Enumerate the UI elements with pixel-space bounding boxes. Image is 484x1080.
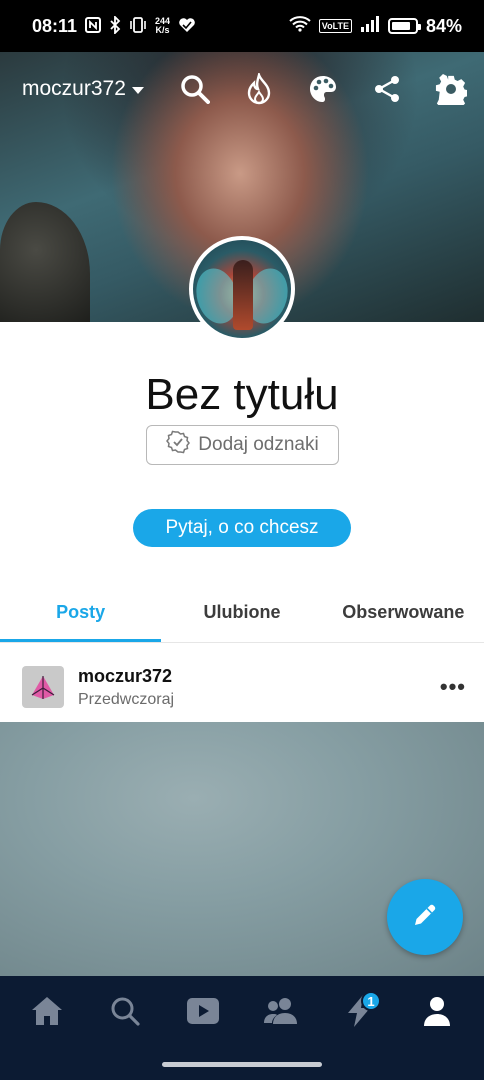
nav-profile[interactable] <box>413 989 461 1037</box>
palette-icon[interactable] <box>306 72 340 106</box>
home-icon <box>30 995 64 1032</box>
caret-down-icon <box>131 86 144 94</box>
battery-icon <box>387 18 421 34</box>
tabs-divider <box>0 642 484 643</box>
post-header: moczur372 Przedwczoraj ••• <box>0 656 484 718</box>
video-icon <box>186 996 220 1031</box>
activity-badge: 1 <box>361 991 381 1011</box>
add-badges-label: Dodaj odznaki <box>198 434 319 455</box>
home-indicator <box>162 1062 322 1067</box>
search-icon[interactable] <box>178 72 212 106</box>
profile-tabs: Posty Ulubione Obserwowane <box>0 592 484 642</box>
post-username[interactable]: moczur372 <box>78 666 174 687</box>
heart-shield-icon <box>178 17 196 36</box>
tab-likes[interactable]: Ulubione <box>161 592 322 642</box>
more-options-icon[interactable]: ••• <box>440 674 466 700</box>
add-badges-button[interactable]: Dodaj odznaki <box>146 425 339 465</box>
nav-people[interactable] <box>257 989 305 1037</box>
top-nav: moczur372 <box>0 52 484 126</box>
nav-video[interactable] <box>179 989 227 1037</box>
ask-anything-button[interactable]: Pytaj, o co chcesz <box>133 509 351 547</box>
bottom-nav: 1 <box>0 976 484 1080</box>
avatar-figure-shape <box>233 260 253 330</box>
clock: 08:11 <box>32 15 78 36</box>
profile-icon <box>421 995 453 1032</box>
vibrate-icon <box>129 16 147 36</box>
tab-following[interactable]: Obserwowane <box>323 592 484 642</box>
post-timestamp: Przedwczoraj <box>78 690 175 708</box>
status-bar: 08:11 244 K/s VoLTE 84% <box>0 0 484 52</box>
account-switcher[interactable]: moczur372 <box>22 77 144 101</box>
compose-button[interactable] <box>387 879 463 955</box>
settings-gear-icon[interactable] <box>434 72 468 106</box>
network-speed: 244 K/s <box>155 16 171 35</box>
pencil-icon <box>409 899 441 936</box>
nav-home[interactable] <box>23 989 71 1037</box>
flame-icon[interactable] <box>242 72 276 106</box>
signal-icon <box>360 15 380 37</box>
nfc-icon <box>85 16 102 36</box>
share-icon[interactable] <box>370 72 404 106</box>
account-name: moczur372 <box>22 77 126 100</box>
profile-avatar[interactable] <box>189 236 295 342</box>
tab-posts[interactable]: Posty <box>0 592 162 642</box>
volte-indicator: VoLTE <box>318 19 352 33</box>
blog-title: Bez tytułu <box>145 370 339 419</box>
nav-activity[interactable]: 1 <box>335 989 383 1037</box>
battery-percent: 84% <box>425 15 462 36</box>
search-icon <box>110 996 140 1031</box>
nav-search[interactable] <box>101 989 149 1037</box>
badge-icon <box>166 430 191 460</box>
bluetooth-icon <box>109 14 121 37</box>
wifi-icon <box>289 15 311 37</box>
post-author-avatar[interactable] <box>22 666 64 708</box>
people-icon <box>263 996 299 1031</box>
